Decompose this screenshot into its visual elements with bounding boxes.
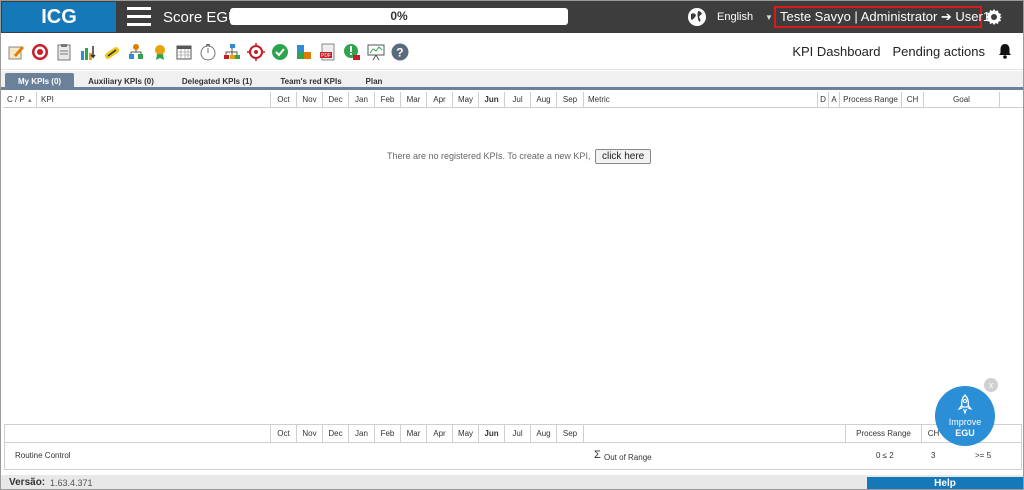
- foot-col-jun: Jun: [478, 425, 504, 443]
- foot-col-process-range: Process Range: [845, 425, 921, 443]
- routine-control-table: Oct Nov Dec Jan Feb Mar Apr May Jun Jul …: [4, 424, 1022, 470]
- chart-down-icon[interactable]: [78, 42, 98, 62]
- calendar-icon[interactable]: [174, 42, 194, 62]
- col-cp[interactable]: C / P ▲: [3, 92, 37, 108]
- col-nov: Nov: [297, 92, 323, 108]
- process-range-value: 0 ≤ 2: [876, 451, 894, 460]
- stopwatch-icon[interactable]: [198, 42, 218, 62]
- col-jun: Jun: [479, 92, 505, 108]
- version-label: Versão:: [9, 477, 46, 488]
- clipboard-icon[interactable]: [54, 42, 74, 62]
- svg-text:?: ?: [396, 46, 403, 60]
- foot-col-metric-spacer: [583, 425, 845, 443]
- tab-auxiliary-kpis[interactable]: Auxiliary KPIs (0): [81, 73, 161, 90]
- col-may: May: [453, 92, 479, 108]
- col-jan: Jan: [349, 92, 375, 108]
- col-goal: Goal: [924, 92, 1000, 108]
- col-apr: Apr: [427, 92, 453, 108]
- language-selector[interactable]: English: [717, 11, 753, 23]
- tab-delegated-kpis[interactable]: Delegated KPIs (1): [172, 73, 262, 90]
- col-jul: Jul: [505, 92, 531, 108]
- top-bar: ICG Score EGU: 0% English ▼ Teste Savyo …: [1, 1, 1023, 33]
- crosshair-icon[interactable]: [246, 42, 266, 62]
- tab-plan[interactable]: Plan: [359, 73, 389, 90]
- app-logo[interactable]: ICG: [2, 2, 116, 32]
- col-feb: Feb: [375, 92, 401, 108]
- link-icon[interactable]: [102, 42, 122, 62]
- col-cp-label: C / P: [7, 95, 25, 104]
- col-oct: Oct: [271, 92, 297, 108]
- close-icon[interactable]: x: [984, 378, 998, 392]
- col-kpi[interactable]: KPI: [37, 92, 271, 108]
- routine-table-header: Oct Nov Dec Jan Feb Mar Apr May Jun Jul …: [5, 425, 1021, 443]
- improve-egu-button[interactable]: Improve EGU: [935, 386, 995, 446]
- check-icon[interactable]: [270, 42, 290, 62]
- gear-icon[interactable]: [985, 8, 1003, 26]
- foot-col-aug: Aug: [530, 425, 556, 443]
- puzzle-icon[interactable]: [294, 42, 314, 62]
- foot-col-jul: Jul: [504, 425, 530, 443]
- tab-my-kpis[interactable]: My KPIs (0): [5, 73, 74, 90]
- ch-value: 3: [931, 451, 936, 460]
- svg-text:PDF: PDF: [321, 53, 331, 59]
- col-a: A: [829, 92, 840, 108]
- create-kpi-button[interactable]: click here: [594, 149, 652, 164]
- foot-col-jan: Jan: [348, 425, 374, 443]
- col-sep: Sep: [557, 92, 584, 108]
- globe-icon[interactable]: [687, 7, 707, 27]
- foot-col-mar: Mar: [400, 425, 426, 443]
- col-process-range: Process Range: [840, 92, 902, 108]
- foot-col-nov: Nov: [296, 425, 322, 443]
- rocket-icon: [957, 394, 973, 415]
- col-dec: Dec: [323, 92, 349, 108]
- version-value: 1.63.4.371: [50, 478, 93, 488]
- col-mar: Mar: [401, 92, 427, 108]
- pending-actions-link[interactable]: Pending actions: [892, 44, 985, 59]
- presentation-icon[interactable]: [366, 42, 386, 62]
- col-d: D: [818, 92, 829, 108]
- chevron-down-icon[interactable]: ▼: [765, 13, 773, 22]
- pdf-icon[interactable]: PDF: [318, 42, 338, 62]
- kpi-dashboard-link[interactable]: KPI Dashboard: [792, 44, 880, 59]
- foot-col-sep: Sep: [556, 425, 583, 443]
- foot-col-apr: Apr: [426, 425, 452, 443]
- foot-col-oct: Oct: [270, 425, 296, 443]
- sigma-icon: Σ: [594, 449, 601, 461]
- empty-message: There are no registered KPIs. To create …: [387, 151, 591, 161]
- user-switch-indicator[interactable]: Teste Savyo | Administrator ➔ User1: [774, 6, 990, 28]
- foot-col-dec: Dec: [322, 425, 348, 443]
- foot-col-feb: Feb: [374, 425, 400, 443]
- help-icon[interactable]: ?: [390, 42, 410, 62]
- help-button[interactable]: Help: [867, 477, 1023, 489]
- tab-teams-red-kpis[interactable]: Team's red KPIs: [271, 73, 351, 90]
- col-metric: Metric: [584, 92, 818, 108]
- improve-label: Improve: [948, 417, 982, 427]
- kpi-table-header: C / P ▲ KPI Oct Nov Dec Jan Feb Mar Apr …: [3, 92, 1023, 108]
- org-chart-icon[interactable]: [126, 42, 146, 62]
- routine-control-label: Routine Control: [15, 451, 71, 460]
- app-window: ICG Score EGU: 0% English ▼ Teste Savyo …: [0, 0, 1024, 490]
- out-of-range-label: Out of Range: [604, 453, 652, 462]
- award-icon[interactable]: [150, 42, 170, 62]
- bell-icon[interactable]: [997, 43, 1013, 59]
- hierarchy-icon[interactable]: [222, 42, 242, 62]
- col-ch: CH: [902, 92, 924, 108]
- col-aug: Aug: [531, 92, 557, 108]
- egu-label: EGU: [955, 428, 975, 438]
- toolbar: PDF ? KPI Dashboard Pending actions: [1, 33, 1023, 70]
- toolbar-right: KPI Dashboard Pending actions: [792, 43, 1013, 59]
- hamburger-menu-icon[interactable]: [127, 7, 151, 27]
- goal-value: >= 5: [975, 451, 992, 460]
- sort-up-icon[interactable]: ▲: [27, 98, 33, 104]
- edit-icon[interactable]: [6, 42, 26, 62]
- target-icon[interactable]: [30, 42, 50, 62]
- toolbar-icons: PDF ?: [6, 42, 410, 62]
- foot-col-may: May: [452, 425, 478, 443]
- empty-state: There are no registered KPIs. To create …: [387, 149, 652, 164]
- kpi-tabs: My KPIs (0) Auxiliary KPIs (0) Delegated…: [1, 71, 1023, 90]
- warning-pin-icon[interactable]: [342, 42, 362, 62]
- score-progress-bar: 0%: [230, 8, 568, 25]
